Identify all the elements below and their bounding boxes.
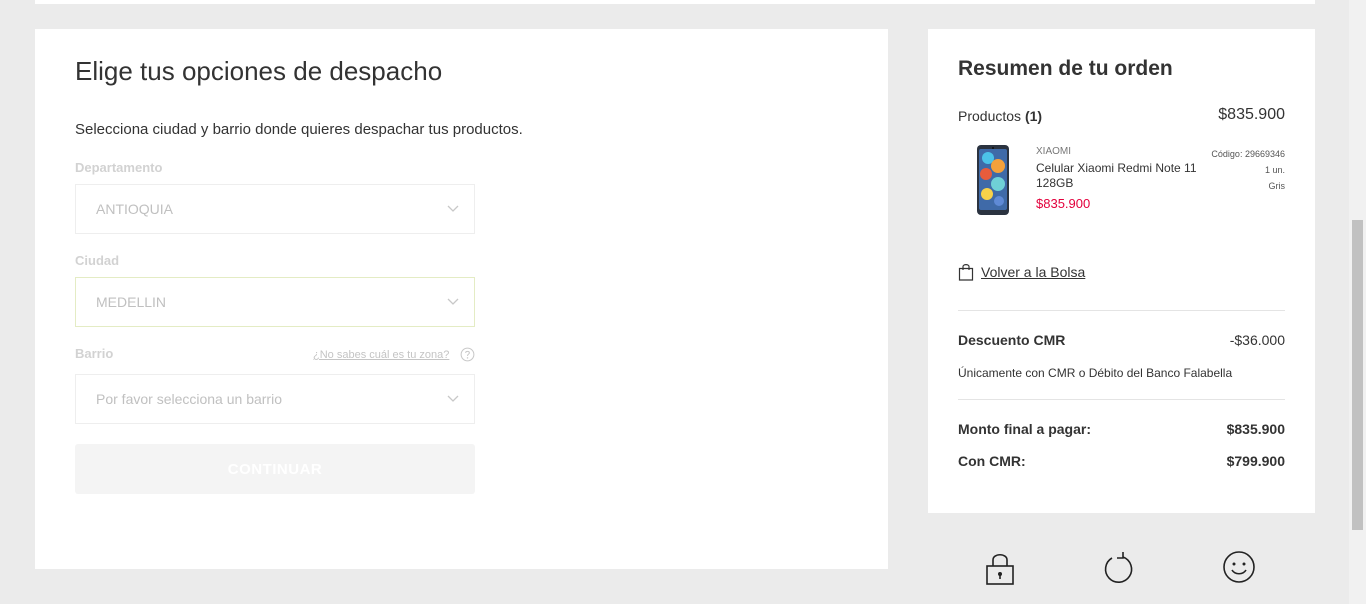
chevron-down-icon bbox=[447, 298, 459, 305]
department-value: ANTIOQUIA bbox=[96, 201, 174, 217]
final-amount-label: Monto final a pagar: bbox=[958, 421, 1091, 437]
top-strip bbox=[35, 0, 1315, 4]
discount-note: Únicamente con CMR o Débito del Banco Fa… bbox=[958, 366, 1233, 380]
discount-value: -$36.000 bbox=[1229, 332, 1285, 348]
lock-icon bbox=[986, 553, 1014, 585]
chevron-down-icon bbox=[447, 395, 459, 402]
product-name[interactable]: Celular Xiaomi Redmi Note 11 128GB bbox=[1036, 161, 1206, 191]
product-price: $835.900 bbox=[1036, 196, 1091, 211]
order-summary-card: Resumen de tu orden Productos (1) $835.9… bbox=[928, 29, 1315, 513]
page-title: Elige tus opciones de despacho bbox=[75, 56, 443, 86]
products-count: (1) bbox=[1024, 108, 1043, 124]
cmr-amount-label: Con CMR: bbox=[958, 453, 1026, 469]
department-label: Departamento bbox=[75, 160, 163, 175]
zone-help-link[interactable]: ¿No sabes cuál es tu zona? bbox=[313, 349, 449, 361]
shopping-bag-icon bbox=[958, 264, 974, 281]
divider bbox=[958, 399, 1285, 400]
city-value: MEDELLIN bbox=[96, 294, 167, 310]
question-icon[interactable] bbox=[460, 347, 475, 362]
neighborhood-label: Barrio bbox=[75, 346, 114, 361]
products-label: Productos (1) bbox=[958, 108, 1042, 124]
product-quantity: 1 un. bbox=[1264, 165, 1285, 175]
product-meta: Código: 29669346 1 un. Gris bbox=[1211, 146, 1285, 194]
divider bbox=[958, 310, 1285, 311]
smile-icon bbox=[1223, 551, 1255, 583]
final-amount-value: $835.900 bbox=[1226, 421, 1285, 437]
back-to-bag-link[interactable]: Volver a la Bolsa bbox=[981, 264, 1085, 280]
products-total: $835.900 bbox=[1218, 106, 1285, 123]
city-label: Ciudad bbox=[75, 253, 120, 268]
product-code: Código: 29669346 bbox=[1211, 149, 1285, 159]
cmr-amount-value: $799.900 bbox=[1226, 453, 1285, 469]
product-color: Gris bbox=[1268, 181, 1286, 191]
shipping-options-card: Elige tus opciones de despacho Seleccion… bbox=[35, 29, 888, 569]
product-image[interactable] bbox=[976, 144, 1010, 216]
continue-button[interactable]: CONTINUAR bbox=[75, 444, 475, 494]
product-brand: XIAOMI bbox=[1036, 146, 1072, 157]
city-select[interactable]: MEDELLIN bbox=[75, 277, 475, 327]
neighborhood-placeholder: Por favor selecciona un barrio bbox=[96, 391, 282, 407]
summary-title: Resumen de tu orden bbox=[958, 57, 1173, 80]
return-icon bbox=[1104, 552, 1133, 583]
chevron-down-icon bbox=[447, 205, 459, 212]
shipping-subtitle: Selecciona ciudad y barrio donde quieres… bbox=[75, 121, 523, 138]
scrollbar-thumb[interactable] bbox=[1352, 220, 1363, 530]
neighborhood-select[interactable]: Por favor selecciona un barrio bbox=[75, 374, 475, 424]
page-scrollbar[interactable] bbox=[1349, 0, 1366, 604]
discount-label: Descuento CMR bbox=[958, 332, 1066, 348]
department-select[interactable]: ANTIOQUIA bbox=[75, 184, 475, 234]
products-label-text: Productos bbox=[958, 108, 1022, 124]
